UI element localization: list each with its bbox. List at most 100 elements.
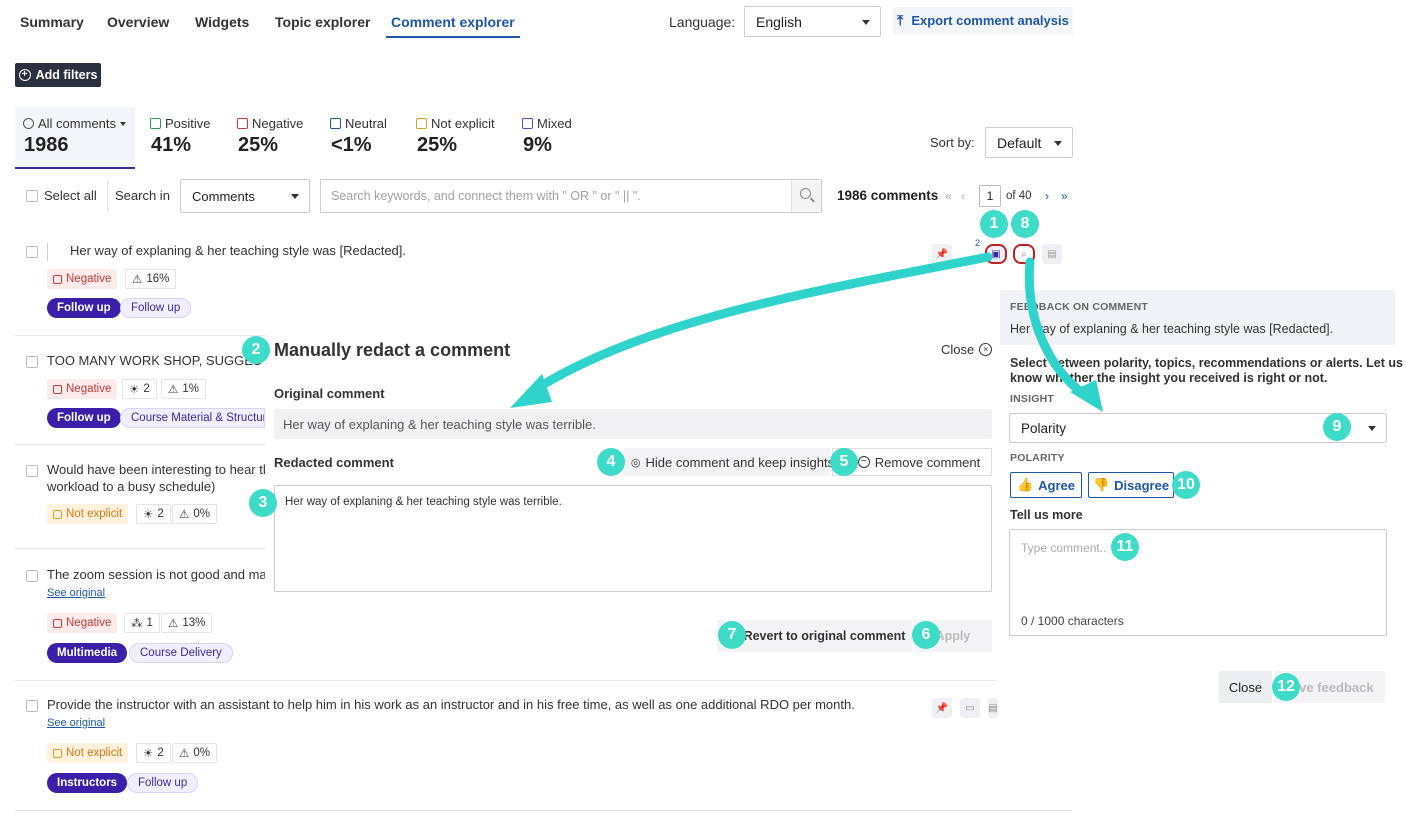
redact-close-button[interactable]: Close × [941,342,993,357]
step-badge-8: 8 [1011,210,1039,238]
row-divider [15,680,997,681]
redact-panel: Manually redact a comment Close × Origin… [265,330,1002,660]
feedback-close-button[interactable]: Close [1219,671,1272,703]
hide-comment-button[interactable]: ◎ Hide comment and keep insights [623,448,834,476]
row-divider [15,810,1072,811]
pin-icon[interactable]: 📌 [932,698,952,718]
original-comment-label: Original comment [274,386,385,401]
tag-follow-up[interactable]: Follow up [47,298,121,318]
tab-overview[interactable]: Overview [107,14,169,30]
alert-chip: ⚠ 0% [172,504,217,524]
document-icon[interactable]: ▤ [988,698,998,718]
comment-text: The zoom session is not good and makes [47,567,287,582]
row-checkbox[interactable] [26,246,38,258]
tag-course-material[interactable]: Course Material & Structur [120,408,265,428]
row-checkbox[interactable] [26,465,38,477]
tag-follow-up[interactable]: Follow up [47,408,121,428]
search-in-label: Search in [115,188,170,203]
step-badge-7: 7 [718,621,746,649]
prev-page-icon[interactable]: ‹ [961,189,965,203]
export-button[interactable]: ⤒ Export comment analysis [893,7,1073,34]
feedback-description: Select between polarity, topics, recomme… [1010,356,1403,385]
row-checkbox[interactable] [26,700,38,712]
lightbulb-icon: ☀ [143,509,154,521]
page-input[interactable]: 1 [979,185,1001,207]
toolbar-divider [107,181,108,211]
topics-chip: ⁂ 1 [124,613,160,633]
select-all-checkbox[interactable] [26,190,38,202]
search-placeholder: Search keywords, and connect them with "… [331,189,641,203]
sentiment-chip: Negative [47,379,118,399]
feedback-placeholder: Type comment.. [1021,541,1107,555]
tab-widgets[interactable]: Widgets [195,14,249,30]
stat-positive-label[interactable]: Positive [150,116,211,131]
document-icon[interactable]: ▤ [1042,244,1062,264]
recommendation-chip: ☀ 2 [136,743,171,763]
see-original-link[interactable]: See original [47,587,105,599]
count-superscript: 2 [975,238,981,248]
upload-icon: ⤒ [897,12,904,28]
tag-instructors[interactable]: Instructors [47,773,128,793]
row-checkbox[interactable] [26,356,38,368]
stat-not-explicit-label[interactable]: Not explicit [416,116,495,131]
recommendation-chip: ☀ 2 [122,379,157,399]
tab-comment-explorer[interactable]: Comment explorer [386,14,520,38]
negative-face-icon [53,384,62,394]
polarity-label: POLARITY [1010,452,1065,464]
feedback-textarea[interactable]: Type comment.. 0 / 1000 characters [1009,529,1387,636]
eye-slash-icon: ◎ [630,456,641,469]
search-in-select[interactable]: Comments [180,179,310,213]
step-badge-12: 12 [1272,673,1300,701]
add-filters-button[interactable]: + Add filters [15,63,101,87]
alert-chip: ⚠ 1% [161,379,206,399]
disagree-button[interactable]: 👎 Disagree [1088,472,1174,498]
search-input[interactable]: Search keywords, and connect them with "… [320,179,822,213]
sort-label: Sort by: [930,135,975,150]
sort-value: Default [997,134,1042,151]
chevron-down-icon [1368,426,1376,431]
step-badge-3: 3 [249,489,277,517]
not-explicit-face-icon [416,118,427,129]
stat-neutral-label[interactable]: Neutral [330,116,387,131]
alert-chip: ⚠ 16% [125,269,177,289]
hierarchy-icon: ⁂ [131,618,143,630]
stat-negative-label[interactable]: Negative [237,116,303,131]
tag-follow-up[interactable]: Follow up [120,298,192,318]
thumbs-down-icon: 👎 [1092,477,1110,492]
search-icon[interactable] [791,180,821,212]
tab-summary[interactable]: Summary [20,14,84,30]
row-checkbox[interactable] [26,570,38,582]
insight-label: INSIGHT [1010,393,1054,405]
tag-follow-up[interactable]: Follow up [127,773,199,793]
pin-icon[interactable]: 📌 [932,244,952,264]
stat-mixed-label[interactable]: Mixed [522,116,572,131]
last-page-icon[interactable]: » [1061,189,1068,203]
positive-face-icon [150,118,161,129]
tag-course-delivery[interactable]: Course Delivery [129,643,233,663]
warning-icon: ⚠ [179,509,190,521]
step-badge-11: 11 [1111,533,1139,561]
tag-multimedia[interactable]: Multimedia [47,643,128,663]
agree-button[interactable]: 👍 Agree [1010,472,1082,498]
sort-select[interactable]: Default [985,127,1073,158]
tab-topic-explorer[interactable]: Topic explorer [275,14,370,30]
step-badge-6: 6 [912,621,940,649]
step-badge-1: 1 [980,210,1008,238]
redacted-comment-textarea[interactable]: Her way of explaning & her teaching styl… [274,485,992,592]
revert-button[interactable]: Revert to original comment [717,620,912,652]
comment-icon[interactable]: ▭ [960,698,980,718]
next-page-icon[interactable]: › [1045,189,1049,203]
language-select[interactable]: English [744,6,881,37]
see-original-link[interactable]: See original [47,717,105,729]
redact-icon[interactable]: ▣ [985,244,1007,264]
comment-text: Provide the instructor with an assistant… [47,697,855,712]
warning-icon: ⚠ [179,748,190,760]
alert-chip: ⚠ 0% [172,743,217,763]
feedback-comment: Her way of explaning & her teaching styl… [1010,322,1334,336]
step-badge-4: 4 [597,448,625,476]
step-badge-5: 5 [830,448,858,476]
first-page-icon[interactable]: « [945,189,952,203]
insight-value: Polarity [1021,420,1067,436]
chevron-down-icon [291,194,299,199]
feedback-icon[interactable]: ⌕ [1013,244,1035,264]
